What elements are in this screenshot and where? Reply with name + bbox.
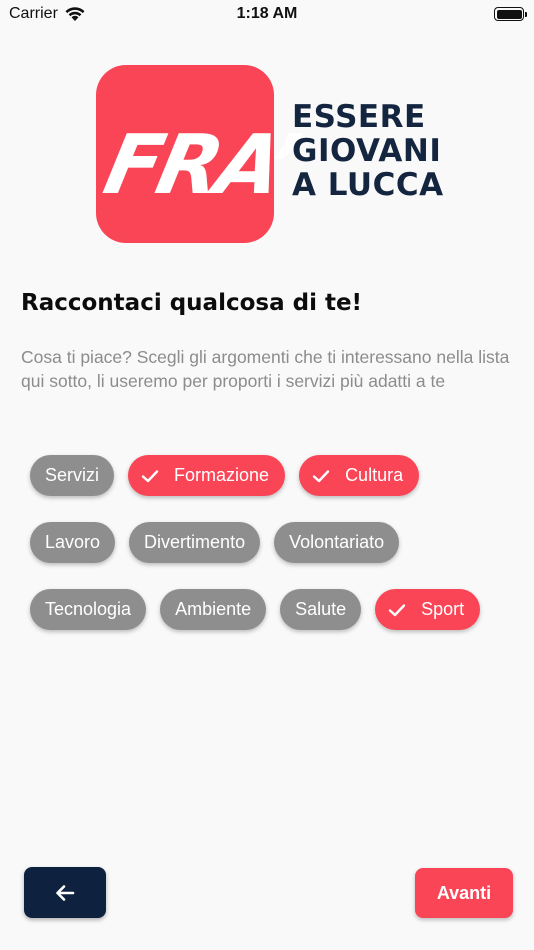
chip-label: Servizi — [45, 465, 100, 485]
chip-lavoro[interactable]: Lavoro — [30, 522, 116, 563]
logo-badge-text: FRA’ — [97, 117, 307, 213]
logo-wordmark: ESSERE GIOVANI A LUCCA — [292, 100, 444, 202]
arrow-left-icon — [56, 884, 75, 901]
logo-line-2: GIOVANI — [292, 133, 442, 169]
chip-tecnologia[interactable]: Tecnologia — [30, 589, 147, 630]
logo-line-3: A LUCCA — [292, 167, 444, 203]
chip-label: Lavoro — [45, 532, 101, 552]
status-time: 1:18 AM — [236, 5, 298, 22]
interest-chips: Servizi Formazione Cultura Lavoro Divert… — [30, 455, 520, 656]
chip-divertimento[interactable]: Divertimento — [129, 522, 261, 563]
chip-row: Servizi Formazione Cultura — [30, 455, 520, 496]
chip-salute[interactable]: Salute — [280, 589, 362, 630]
chip-volontariato[interactable]: Volontariato — [274, 522, 400, 563]
back-button[interactable] — [24, 867, 106, 918]
next-button-label: Avanti — [436, 882, 492, 903]
chip-cultura[interactable]: Cultura — [299, 455, 420, 496]
check-icon — [388, 603, 406, 616]
chip-label: Cultura — [345, 465, 404, 485]
status-bar: Carrier 1:18 AM — [0, 0, 534, 30]
battery-icon — [494, 7, 527, 21]
chip-label: Ambiente — [175, 599, 252, 619]
chip-ambiente[interactable]: Ambiente — [160, 589, 267, 630]
fra-logo: FRA’ — [96, 65, 306, 243]
check-icon — [312, 469, 330, 482]
chip-row: Lavoro Divertimento Volontariato — [30, 522, 520, 563]
check-icon — [141, 469, 159, 482]
chip-label: Tecnologia — [45, 599, 132, 619]
chip-row: Tecnologia Ambiente Salute Sport — [30, 589, 520, 630]
next-button[interactable]: Avanti — [415, 868, 513, 918]
chip-label: Sport — [421, 599, 465, 619]
chip-label: Salute — [295, 599, 347, 619]
chip-label: Volontariato — [289, 532, 385, 552]
page-title: Raccontaci qualcosa di te! — [21, 290, 363, 316]
chip-label: Formazione — [174, 465, 270, 485]
chip-sport[interactable]: Sport — [375, 589, 481, 630]
page-description: Cosa ti piace? Scegli gli argomenti che … — [21, 347, 510, 391]
chip-servizi[interactable]: Servizi — [30, 455, 115, 496]
fra-logo-mark: FRA’ — [97, 117, 307, 213]
chip-formazione[interactable]: Formazione — [128, 455, 286, 496]
chip-label: Divertimento — [144, 532, 246, 552]
logo-line-1: ESSERE — [292, 99, 426, 135]
